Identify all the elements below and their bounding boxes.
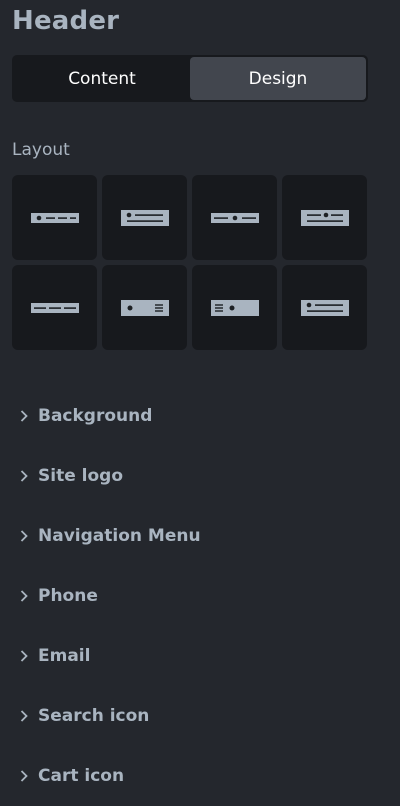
panel-title: Header xyxy=(12,6,120,36)
chevron-right-icon xyxy=(18,650,30,662)
layout-box-dot-lines-right-icon xyxy=(120,299,169,316)
accordion-label: Site logo xyxy=(38,466,123,486)
layout-box-dot-right-icon xyxy=(300,209,349,226)
settings-accordion: Background Site logo Navigation Menu Pho… xyxy=(0,386,400,806)
layout-box-dot-left-icon xyxy=(120,209,169,226)
tab-bar: Content Design xyxy=(12,55,368,102)
accordion-navigation-menu[interactable]: Navigation Menu xyxy=(0,506,400,566)
tab-content[interactable]: Content xyxy=(14,57,190,100)
layout-option-8[interactable] xyxy=(282,265,367,350)
accordion-site-logo[interactable]: Site logo xyxy=(0,446,400,506)
accordion-cart-icon[interactable]: Cart icon xyxy=(0,746,400,806)
chevron-right-icon xyxy=(18,530,30,542)
layout-options-grid xyxy=(12,175,369,350)
accordion-label: Cart icon xyxy=(38,766,125,786)
accordion-label: Phone xyxy=(38,586,98,606)
layout-option-6[interactable] xyxy=(102,265,187,350)
layout-option-7[interactable] xyxy=(192,265,277,350)
layout-option-4[interactable] xyxy=(282,175,367,260)
accordion-label: Email xyxy=(38,646,91,666)
accordion-label: Navigation Menu xyxy=(38,526,201,546)
accordion-phone[interactable]: Phone xyxy=(0,566,400,626)
chevron-right-icon xyxy=(18,470,30,482)
layout-option-3[interactable] xyxy=(192,175,277,260)
accordion-label: Search icon xyxy=(38,706,150,726)
chevron-right-icon xyxy=(18,410,30,422)
tab-design[interactable]: Design xyxy=(190,57,366,100)
accordion-background[interactable]: Background xyxy=(0,386,400,446)
chevron-right-icon xyxy=(18,710,30,722)
layout-line-dot-center-icon xyxy=(210,212,259,223)
layout-box-dot-lines-icon xyxy=(300,299,349,316)
accordion-label: Background xyxy=(38,406,153,426)
layout-option-2[interactable] xyxy=(102,175,187,260)
layout-option-5[interactable] xyxy=(12,265,97,350)
layout-bar-dot-left-icon xyxy=(30,212,79,223)
layout-option-1[interactable] xyxy=(12,175,97,260)
accordion-search-icon[interactable]: Search icon xyxy=(0,686,400,746)
layout-section-label: Layout xyxy=(12,140,70,160)
chevron-right-icon xyxy=(18,770,30,782)
chevron-right-icon xyxy=(18,590,30,602)
accordion-email[interactable]: Email xyxy=(0,626,400,686)
layout-box-lines-dot-left-icon xyxy=(210,299,259,316)
layout-line-dashes-icon xyxy=(30,302,79,313)
